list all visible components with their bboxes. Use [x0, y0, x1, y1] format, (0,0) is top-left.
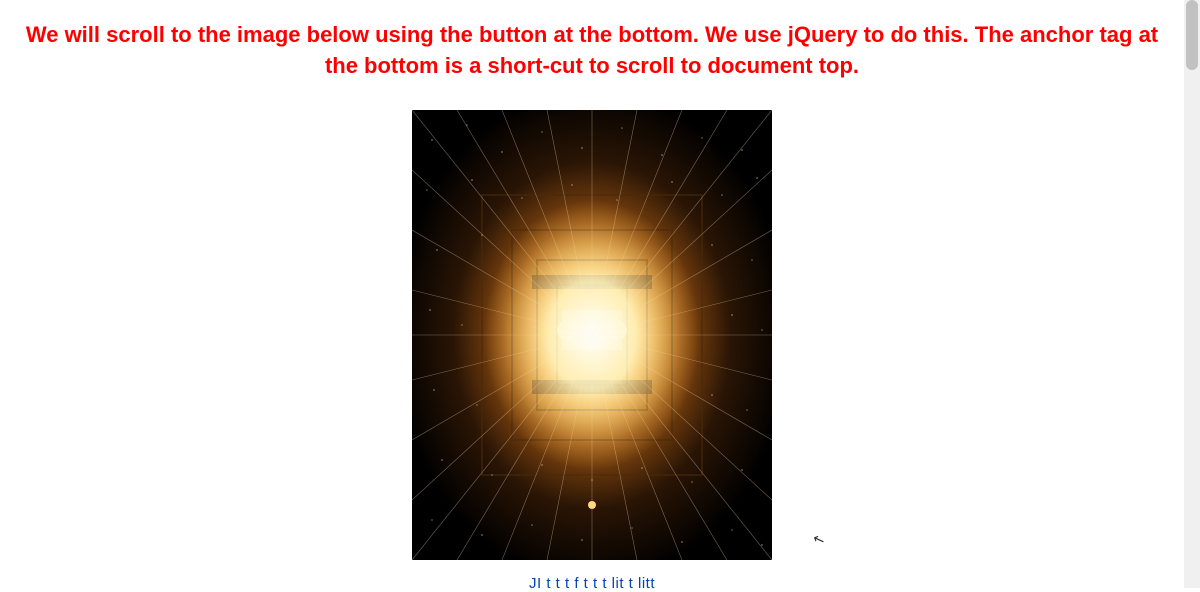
scrollbar-thumb[interactable]	[1186, 0, 1198, 70]
page-content: We will scroll to the image below using …	[0, 0, 1184, 565]
vertical-scrollbar[interactable]	[1184, 0, 1200, 588]
intro-heading: We will scroll to the image below using …	[10, 20, 1174, 82]
image-container	[10, 110, 1174, 565]
hero-image	[412, 110, 772, 560]
partial-link-text[interactable]: JI t t t f t t t lit t litt	[0, 575, 1184, 592]
